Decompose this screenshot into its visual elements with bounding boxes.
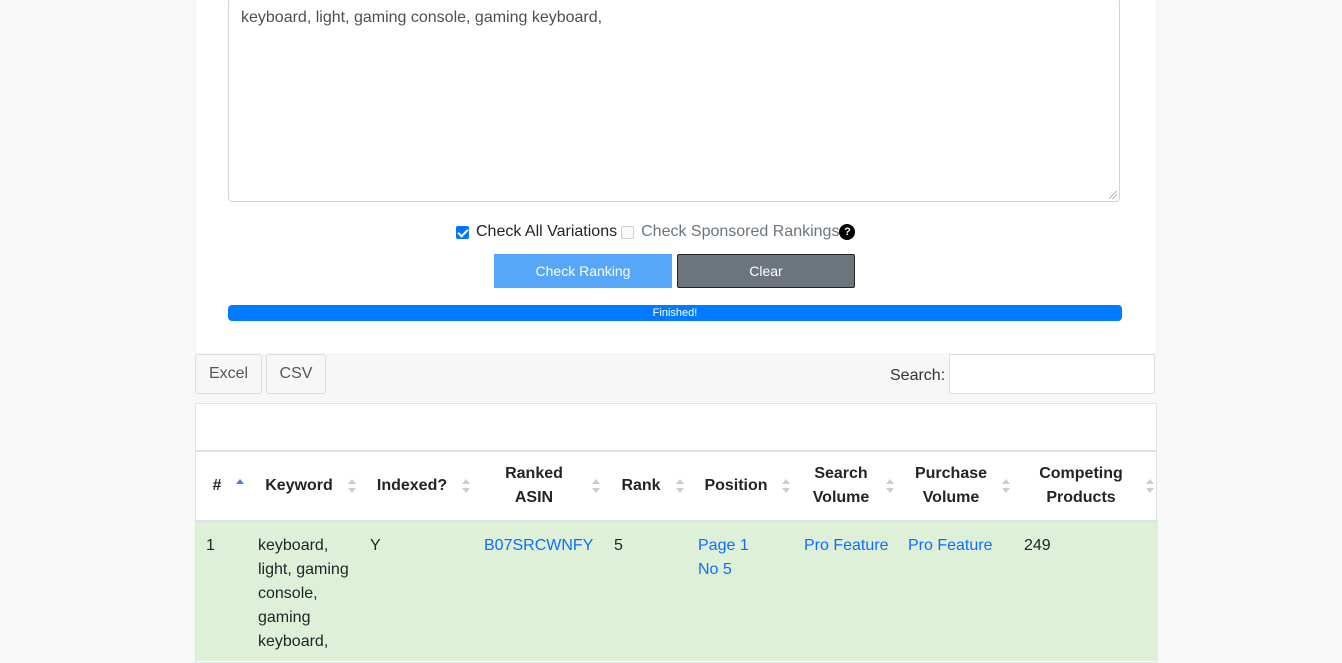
results-table-container: # Keyword Indexed? Ranked ASIN Rank Posit… — [195, 403, 1158, 663]
col-header-ranked-asin[interactable]: Ranked ASIN — [474, 452, 604, 522]
sort-icon — [1146, 479, 1154, 493]
asin-link[interactable]: B07SRCWNFY — [484, 537, 593, 554]
cell-num: 1 — [206, 537, 215, 554]
progress-text: Finished! — [652, 307, 698, 319]
pro-feature-link[interactable]: Pro Feature — [908, 537, 992, 554]
check-sponsored-checkbox[interactable] — [621, 225, 635, 239]
sort-icon — [592, 479, 600, 493]
search-input[interactable] — [949, 354, 1155, 394]
sort-icon — [782, 479, 790, 493]
sort-icon — [886, 479, 894, 493]
resize-handle-icon[interactable] — [1109, 191, 1117, 199]
keywords-textarea[interactable]: keyboard, light, gaming console, gaming … — [228, 0, 1120, 202]
cell-competing: 249 — [1024, 537, 1051, 554]
pro-feature-link[interactable]: Pro Feature — [804, 537, 888, 554]
check-ranking-button[interactable]: Check Ranking — [494, 254, 672, 288]
sort-icon — [1002, 479, 1010, 493]
export-csv-button[interactable]: CSV — [266, 354, 326, 394]
sort-icon — [348, 479, 356, 493]
cell-indexed: Y — [370, 537, 381, 554]
col-header-keyword[interactable]: Keyword — [248, 452, 360, 522]
table-toolbar: Excel CSV Search: — [195, 353, 1157, 403]
cell-purchase-volume: Pro Feature — [898, 521, 1014, 661]
cell-keyword: keyboard, light, gaming console, gaming … — [258, 537, 349, 650]
keywords-text: keyboard, light, gaming console, gaming … — [241, 9, 603, 26]
check-all-variations-checkbox[interactable] — [456, 225, 469, 239]
position-link[interactable]: Page 1 No 5 — [698, 537, 749, 578]
sort-asc-icon — [236, 479, 244, 493]
col-header-indexed[interactable]: Indexed? — [360, 452, 474, 522]
cell-rank: 5 — [614, 537, 623, 554]
col-header-rank[interactable]: Rank — [604, 452, 688, 522]
col-header-competing-products[interactable]: Competing Products — [1014, 452, 1158, 522]
table-row: 1 keyboard, light, gaming console, gamin… — [196, 521, 1158, 661]
clear-button[interactable]: Clear — [677, 254, 855, 288]
options-row: Check All Variations Check Sponsored Ran… — [456, 222, 856, 242]
cell-search-volume: Pro Feature — [794, 521, 898, 661]
col-header-position[interactable]: Position — [688, 452, 794, 522]
export-excel-button[interactable]: Excel — [195, 354, 262, 394]
progress-bar: Finished! — [228, 305, 1122, 321]
col-header-search-volume[interactable]: Search Volume — [794, 452, 898, 522]
col-header-num[interactable]: # — [196, 452, 248, 522]
results-table: # Keyword Indexed? Ranked ASIN Rank Posit… — [196, 452, 1158, 661]
search-label: Search: — [890, 367, 946, 384]
cell-position: Page 1 No 5 — [688, 521, 794, 661]
check-all-variations-label[interactable]: Check All Variations — [476, 223, 617, 241]
table-spacer — [196, 404, 1156, 452]
check-sponsored-label[interactable]: Check Sponsored Rankings — [641, 223, 839, 241]
help-question-icon[interactable]: ? — [839, 224, 856, 240]
col-header-purchase-volume[interactable]: Purchase Volume — [898, 452, 1014, 522]
sort-icon — [462, 479, 470, 493]
sort-icon — [676, 479, 684, 493]
cell-asin: B07SRCWNFY — [474, 521, 604, 661]
